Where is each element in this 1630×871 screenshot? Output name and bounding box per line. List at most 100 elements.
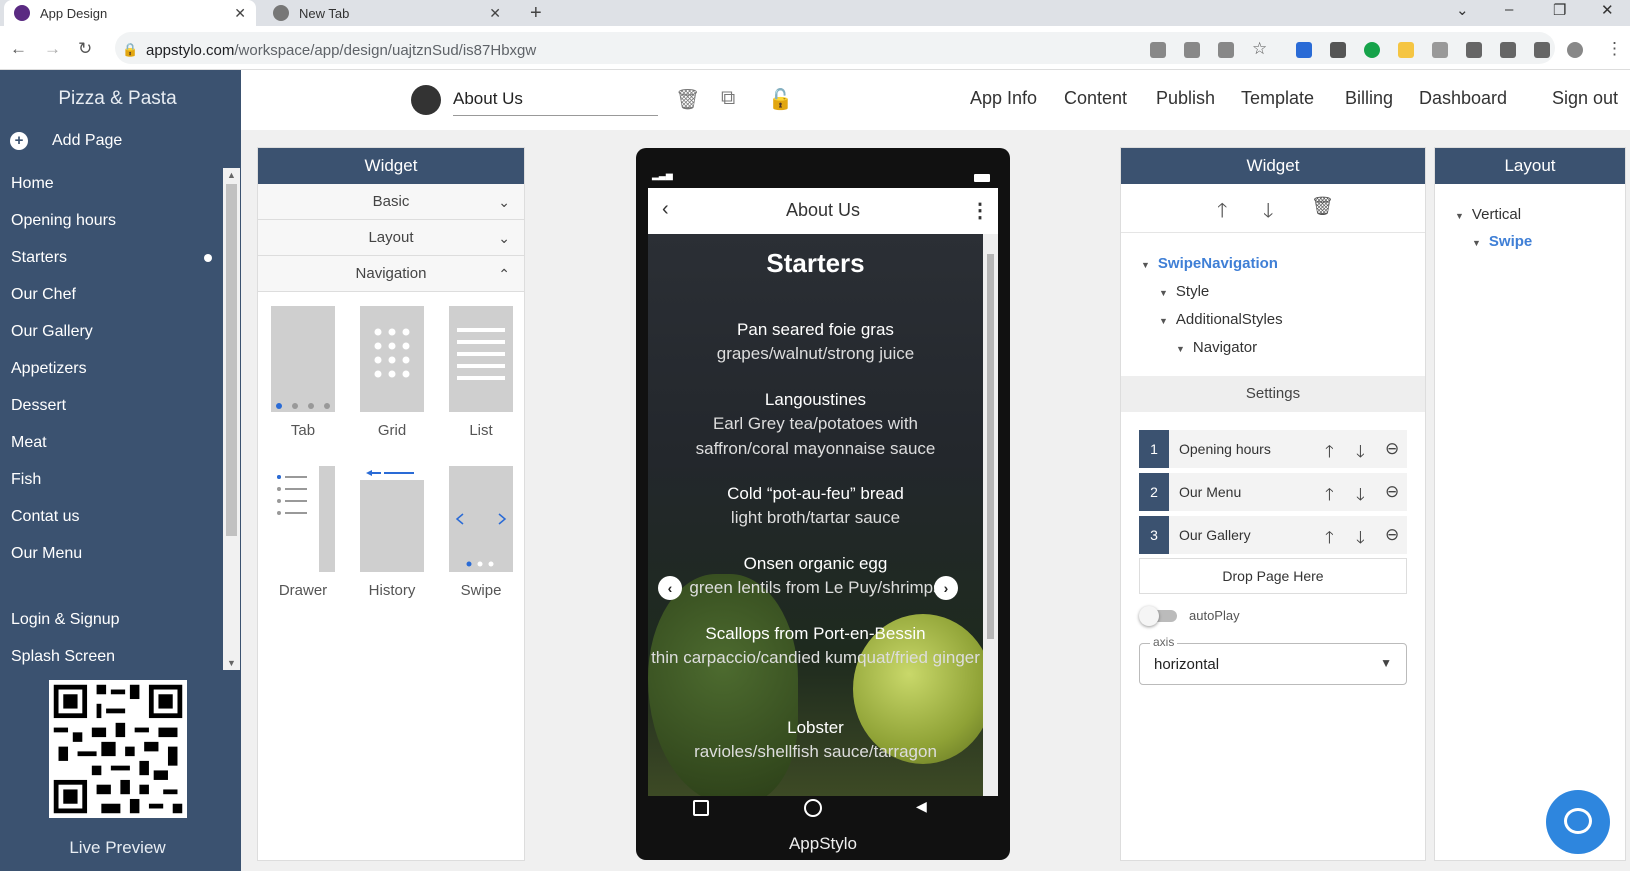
phone-scrollbar[interactable] xyxy=(983,234,998,796)
shield-extension-icon[interactable] xyxy=(1330,42,1346,58)
restore-icon[interactable]: ❐ xyxy=(1553,1,1566,19)
move-down-icon[interactable]: 🡓 xyxy=(1356,439,1365,468)
arrow-down-icon[interactable]: 🡓 xyxy=(1263,196,1273,230)
sidebar-item-meat[interactable]: Meat xyxy=(11,434,47,452)
window-close-icon[interactable]: ✕ xyxy=(1601,1,1614,19)
key-icon[interactable] xyxy=(1150,42,1166,58)
nav-billing[interactable]: Billing xyxy=(1345,88,1393,109)
url-text[interactable]: appstylo.com/workspace/app/design/uajtzn… xyxy=(146,42,536,59)
trash-icon[interactable]: 🗑 xyxy=(675,87,700,112)
swipe-prev-icon[interactable]: ‹ xyxy=(658,576,682,600)
nav-page-row[interactable]: 2 Our Menu 🡑 🡓 ⊖ xyxy=(1139,473,1407,511)
move-down-icon[interactable]: 🡓 xyxy=(1356,482,1365,511)
tab-search-icon[interactable]: ⌄ xyxy=(1456,1,1469,19)
back-icon[interactable]: ← xyxy=(10,39,27,59)
remove-circle-icon[interactable]: ⊖ xyxy=(1385,482,1399,502)
widget-list[interactable] xyxy=(449,306,513,412)
sidebar-item-our-chef[interactable]: Our Chef xyxy=(11,286,76,304)
unlock-icon[interactable]: 🔓 xyxy=(768,87,793,112)
widget-history[interactable] xyxy=(360,466,424,572)
arrow-up-icon[interactable]: 🡑 xyxy=(1217,196,1227,230)
more-vert-icon[interactable]: ⋮ xyxy=(970,198,990,223)
extension-m-icon[interactable] xyxy=(1398,42,1414,58)
widget-swipe[interactable] xyxy=(449,466,513,572)
sidebar-item-opening-hours[interactable]: Opening hours xyxy=(11,212,116,230)
new-tab-icon[interactable]: + xyxy=(530,2,542,25)
sidebar-item-starters[interactable]: Starters xyxy=(11,249,67,267)
page-name-field[interactable]: About Us xyxy=(453,84,658,116)
shield-extension-icon[interactable] xyxy=(1296,42,1312,58)
page-list-scrollbar[interactable]: ▲ ▼ xyxy=(223,168,240,670)
star-icon[interactable]: ☆ xyxy=(1252,39,1267,59)
scroll-up-icon[interactable]: ▲ xyxy=(227,170,236,180)
section-layout[interactable]: Layout ⌄ xyxy=(258,220,524,256)
tree-node-navigator[interactable]: ▼ Navigator xyxy=(1176,339,1257,356)
sidebar-item-fish[interactable]: Fish xyxy=(11,471,41,489)
install-icon[interactable] xyxy=(1184,42,1200,58)
nav-sign-out[interactable]: Sign out xyxy=(1552,88,1618,109)
autoplay-toggle[interactable] xyxy=(1139,606,1179,626)
nav-dashboard[interactable]: Dashboard xyxy=(1419,88,1507,109)
tree-node-swipe[interactable]: ▼ Swipe xyxy=(1472,233,1532,250)
add-page-button[interactable]: + Add Page xyxy=(10,132,122,150)
copy-icon[interactable]: ⧉ xyxy=(721,87,735,110)
sidebar-item-dessert[interactable]: Dessert xyxy=(11,397,66,415)
tree-node-style[interactable]: ▼ Style xyxy=(1159,283,1209,300)
remove-circle-icon[interactable]: ⊖ xyxy=(1385,525,1399,545)
sidebar-item-our-menu[interactable]: Our Menu xyxy=(11,545,82,563)
scrollbar-thumb[interactable] xyxy=(226,184,237,536)
scrollbar-thumb[interactable] xyxy=(987,254,994,639)
more-vert-icon[interactable]: ⋮ xyxy=(1606,39,1623,59)
home-circle-icon[interactable] xyxy=(804,799,822,817)
nav-content[interactable]: Content xyxy=(1064,88,1127,109)
reading-list-icon[interactable] xyxy=(1500,42,1516,58)
tree-node-vertical[interactable]: ▼ Vertical xyxy=(1455,206,1521,223)
widget-tab[interactable] xyxy=(271,306,335,412)
chat-launcher-button[interactable] xyxy=(1546,790,1610,854)
swipe-content[interactable]: Starters Pan seared foie gras grapes/wal… xyxy=(648,234,998,796)
minimize-icon[interactable]: – xyxy=(1505,1,1513,18)
nav-page-row[interactable]: 3 Our Gallery 🡑 🡓 ⊖ xyxy=(1139,516,1407,554)
reload-icon[interactable]: ↻ xyxy=(78,39,92,59)
move-up-icon[interactable]: 🡑 xyxy=(1325,439,1334,468)
grammarly-icon[interactable] xyxy=(1364,42,1380,58)
close-icon[interactable]: ✕ xyxy=(234,5,246,22)
recents-icon[interactable] xyxy=(693,800,709,816)
profile-avatar-icon[interactable] xyxy=(1567,42,1583,58)
side-panel-icon[interactable] xyxy=(1534,42,1550,58)
page-icon-picker[interactable] xyxy=(411,85,441,115)
drop-page-zone[interactable]: Drop Page Here xyxy=(1139,558,1407,594)
sidebar-item-contat-us[interactable]: Contat us xyxy=(11,508,79,526)
nav-page-row[interactable]: 1 Opening hours 🡑 🡓 ⊖ xyxy=(1139,430,1407,468)
browser-tab-app-design[interactable]: App Design ✕ xyxy=(4,0,256,26)
axis-select[interactable]: axis horizontal ▼ xyxy=(1139,635,1407,685)
scroll-down-icon[interactable]: ▼ xyxy=(227,658,236,668)
tree-node-additional-styles[interactable]: ▼ AdditionalStyles xyxy=(1159,311,1283,328)
widget-drawer[interactable] xyxy=(271,466,335,572)
move-up-icon[interactable]: 🡑 xyxy=(1325,525,1334,554)
sidebar-item-splash-screen[interactable]: Splash Screen xyxy=(11,648,115,666)
puzzle-icon[interactable] xyxy=(1466,42,1482,58)
tree-node-swipe-navigation[interactable]: ▼ SwipeNavigation xyxy=(1141,255,1278,272)
nav-app-info[interactable]: App Info xyxy=(970,88,1037,109)
section-basic[interactable]: Basic ⌄ xyxy=(258,184,524,220)
widget-grid[interactable] xyxy=(360,306,424,412)
nav-template[interactable]: Template xyxy=(1241,88,1314,109)
share-icon[interactable] xyxy=(1218,42,1234,58)
sidebar-item-login-signup[interactable]: Login & Signup xyxy=(11,611,120,629)
forward-icon[interactable]: → xyxy=(44,39,61,59)
swipe-next-icon[interactable]: › xyxy=(934,576,958,600)
trash-icon[interactable]: 🗑 xyxy=(1311,196,1334,217)
section-navigation[interactable]: Navigation ⌃ xyxy=(258,256,524,292)
sidebar-item-home[interactable]: Home xyxy=(11,175,54,193)
move-up-icon[interactable]: 🡑 xyxy=(1325,482,1334,511)
close-icon[interactable]: ✕ xyxy=(489,5,501,22)
sidebar-item-appetizers[interactable]: Appetizers xyxy=(11,360,87,378)
sidebar-item-our-gallery[interactable]: Our Gallery xyxy=(11,323,93,341)
browser-tab-new-tab[interactable]: New Tab ✕ xyxy=(263,0,511,26)
back-triangle-icon[interactable]: ◀ xyxy=(916,798,927,815)
remove-circle-icon[interactable]: ⊖ xyxy=(1385,439,1399,459)
camera-icon[interactable] xyxy=(1432,42,1448,58)
move-down-icon[interactable]: 🡓 xyxy=(1356,525,1365,554)
nav-publish[interactable]: Publish xyxy=(1156,88,1215,109)
